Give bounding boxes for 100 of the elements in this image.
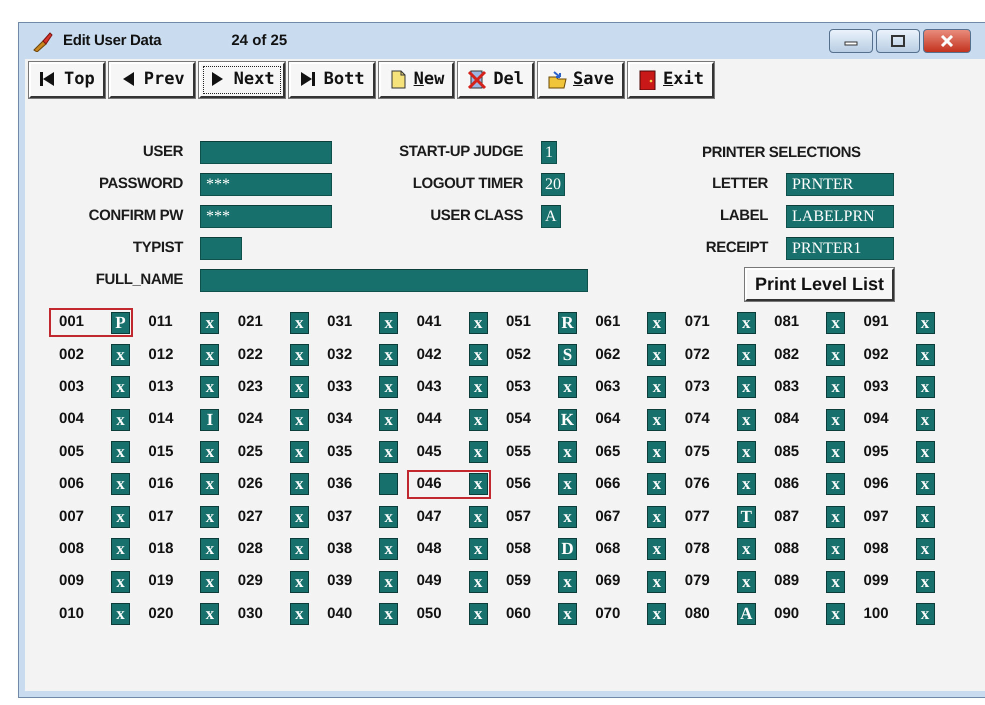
- level-field[interactable]: x: [916, 570, 935, 593]
- level-field[interactable]: x: [200, 344, 220, 366]
- level-field[interactable]: x: [826, 312, 846, 334]
- input-field[interactable]: 20: [541, 173, 565, 196]
- level-field[interactable]: x: [111, 344, 130, 366]
- level-field[interactable]: x: [647, 441, 666, 464]
- level-field[interactable]: x: [826, 570, 846, 593]
- level-field[interactable]: x: [916, 344, 935, 366]
- level-field[interactable]: x: [468, 506, 488, 528]
- level-field[interactable]: P: [111, 312, 130, 334]
- level-field[interactable]: x: [647, 312, 666, 334]
- level-field[interactable]: x: [290, 376, 309, 398]
- level-field[interactable]: x: [379, 344, 398, 366]
- level-field[interactable]: x: [647, 538, 666, 560]
- toolbar-button[interactable]: Exit: [628, 62, 714, 98]
- input-field[interactable]: PRNTER1: [786, 237, 894, 260]
- level-field[interactable]: x: [736, 473, 756, 496]
- level-field[interactable]: x: [736, 312, 756, 334]
- level-field[interactable]: x: [290, 506, 309, 528]
- level-field[interactable]: x: [468, 344, 488, 366]
- input-field[interactable]: [200, 237, 242, 260]
- input-field[interactable]: 1: [541, 141, 557, 164]
- level-field[interactable]: x: [111, 473, 130, 496]
- level-field[interactable]: x: [826, 506, 846, 528]
- level-field[interactable]: x: [558, 441, 577, 464]
- level-field[interactable]: I: [200, 408, 220, 431]
- level-field[interactable]: A: [736, 603, 756, 626]
- level-field[interactable]: x: [826, 473, 846, 496]
- level-field[interactable]: x: [111, 570, 130, 593]
- close-button[interactable]: [923, 29, 971, 53]
- level-field[interactable]: x: [468, 441, 488, 464]
- level-field[interactable]: x: [468, 603, 488, 626]
- print-level-list-button[interactable]: Print Level List: [744, 268, 894, 301]
- level-field[interactable]: S: [558, 344, 577, 366]
- level-field[interactable]: x: [558, 570, 577, 593]
- level-field[interactable]: x: [558, 376, 577, 398]
- level-field[interactable]: x: [379, 312, 398, 334]
- level-field[interactable]: x: [379, 408, 398, 431]
- level-field[interactable]: x: [468, 538, 488, 560]
- level-field[interactable]: x: [916, 441, 935, 464]
- input-field[interactable]: ***: [200, 173, 332, 196]
- level-field[interactable]: x: [647, 473, 666, 496]
- input-field[interactable]: A: [541, 205, 561, 228]
- toolbar-button[interactable]: Save: [538, 62, 624, 98]
- level-field[interactable]: x: [468, 376, 488, 398]
- level-field[interactable]: x: [111, 506, 130, 528]
- input-field[interactable]: ***: [200, 205, 332, 228]
- level-field[interactable]: x: [111, 603, 130, 626]
- level-field[interactable]: x: [468, 570, 488, 593]
- level-field[interactable]: x: [200, 570, 220, 593]
- level-field[interactable]: x: [736, 538, 756, 560]
- level-field[interactable]: x: [826, 538, 846, 560]
- level-field[interactable]: x: [916, 312, 935, 334]
- level-field[interactable]: x: [290, 441, 309, 464]
- level-field[interactable]: T: [736, 506, 756, 528]
- level-field[interactable]: x: [647, 603, 666, 626]
- level-field[interactable]: x: [647, 376, 666, 398]
- level-field[interactable]: K: [558, 408, 577, 431]
- level-field[interactable]: x: [290, 344, 309, 366]
- level-field[interactable]: x: [647, 506, 666, 528]
- toolbar-button[interactable]: Prev: [108, 62, 195, 98]
- level-field[interactable]: x: [111, 408, 130, 431]
- level-field[interactable]: x: [111, 376, 130, 398]
- level-field[interactable]: x: [290, 473, 309, 496]
- level-field[interactable]: x: [736, 408, 756, 431]
- level-field[interactable]: x: [736, 570, 756, 593]
- level-field[interactable]: x: [916, 506, 935, 528]
- toolbar-button[interactable]: New: [378, 62, 454, 98]
- level-field[interactable]: x: [379, 538, 398, 560]
- level-field[interactable]: x: [200, 441, 220, 464]
- level-field[interactable]: x: [200, 506, 220, 528]
- level-field[interactable]: x: [200, 603, 220, 626]
- level-field[interactable]: x: [290, 312, 309, 334]
- level-field[interactable]: x: [200, 376, 220, 398]
- level-field[interactable]: x: [916, 538, 935, 560]
- toolbar-button[interactable]: Bott: [288, 62, 375, 98]
- input-field[interactable]: LABELPRN: [786, 205, 894, 228]
- level-field[interactable]: x: [736, 344, 756, 366]
- level-field[interactable]: x: [379, 441, 398, 464]
- level-field[interactable]: x: [916, 376, 935, 398]
- level-field[interactable]: x: [826, 376, 846, 398]
- level-field[interactable]: x: [916, 408, 935, 431]
- level-field[interactable]: [379, 473, 398, 496]
- level-field[interactable]: x: [379, 603, 398, 626]
- maximize-button[interactable]: [876, 29, 920, 53]
- level-field[interactable]: x: [290, 570, 309, 593]
- level-field[interactable]: x: [290, 408, 309, 431]
- level-field[interactable]: x: [111, 441, 130, 464]
- level-field[interactable]: x: [468, 312, 488, 334]
- level-field[interactable]: x: [558, 506, 577, 528]
- level-field[interactable]: x: [200, 312, 220, 334]
- level-field[interactable]: x: [647, 570, 666, 593]
- level-field[interactable]: x: [290, 603, 309, 626]
- level-field[interactable]: x: [200, 538, 220, 560]
- level-field[interactable]: x: [736, 376, 756, 398]
- minimize-button[interactable]: [829, 29, 873, 53]
- level-field[interactable]: x: [468, 473, 488, 496]
- level-field[interactable]: x: [916, 603, 935, 626]
- level-field[interactable]: x: [111, 538, 130, 560]
- level-field[interactable]: x: [647, 408, 666, 431]
